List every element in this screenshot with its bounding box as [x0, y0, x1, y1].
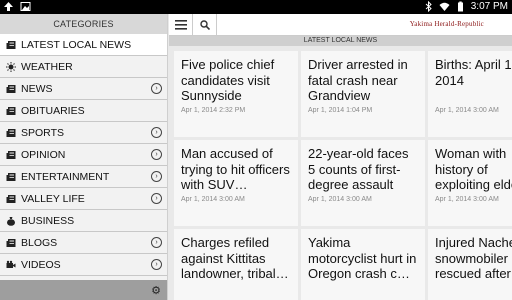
- article-card[interactable]: Driver arrested in fatal crash near Gran…: [301, 51, 425, 137]
- sidebar-item-label: OPINION: [21, 148, 66, 161]
- sidebar-item-label: BUSINESS: [21, 214, 75, 227]
- news-icon: [6, 194, 16, 204]
- sidebar-item-business[interactable]: BUSINESS: [0, 210, 167, 232]
- chevron-right-icon[interactable]: ›: [151, 83, 162, 94]
- news-icon: [6, 128, 16, 138]
- article-headline: Woman with history of exploiting elderly…: [435, 146, 512, 192]
- article-card[interactable]: Injured Naches snowmobiler rescued after…: [428, 229, 512, 300]
- article-headline: Births: April 1, 2014: [435, 57, 512, 88]
- money-bag-icon: [6, 216, 16, 226]
- category-list: LATEST LOCAL NEWS WEATHER NEWS › OBITUARIES S…: [0, 34, 167, 276]
- article-grid: Five police chief candidates visit Sunny…: [169, 46, 512, 300]
- article-headline: Injured Naches snowmobiler rescued after…: [435, 235, 512, 281]
- article-card[interactable]: 22-year-old faces 5 counts of first-degr…: [301, 140, 425, 226]
- gear-icon[interactable]: ⚙: [151, 284, 161, 297]
- sidebar-item-blogs[interactable]: BLOGS ›: [0, 232, 167, 254]
- sidebar-item-valley-life[interactable]: VALLEY LIFE ›: [0, 188, 167, 210]
- search-button[interactable]: [193, 14, 217, 36]
- article-date: Apr 1, 2014 3:00 AM: [308, 196, 372, 203]
- chevron-right-icon[interactable]: ›: [151, 237, 162, 248]
- news-icon: [6, 150, 16, 160]
- status-time: 3:07 PM: [470, 1, 508, 12]
- chevron-right-icon[interactable]: ›: [151, 171, 162, 182]
- chevron-right-icon[interactable]: ›: [151, 259, 162, 270]
- sidebar-item-weather[interactable]: WEATHER: [0, 56, 167, 78]
- hamburger-menu-icon: [174, 20, 187, 30]
- bluetooth-icon: [425, 1, 432, 12]
- sidebar-item-entertainment[interactable]: ENTERTAINMENT ›: [0, 166, 167, 188]
- article-card[interactable]: Yakima motorcyclist hurt in Oregon crash…: [301, 229, 425, 300]
- article-card[interactable]: Five police chief candidates visit Sunny…: [174, 51, 298, 137]
- sidebar-item-label: SPORTS: [21, 126, 64, 139]
- article-headline: Five police chief candidates visit Sunny…: [181, 57, 275, 103]
- search-icon: [199, 20, 210, 30]
- masthead-logo: Yakima Herald-Republic: [409, 20, 484, 28]
- sidebar-item-label: VALLEY LIFE: [21, 192, 85, 205]
- article-date: Apr 1, 2014 1:04 PM: [308, 107, 373, 114]
- category-sidebar: CATEGORIES LATEST LOCAL NEWS WEATHER NEWS ›…: [0, 14, 168, 300]
- sidebar-item-latest-local-news[interactable]: LATEST LOCAL NEWS: [0, 34, 167, 56]
- sun-icon: [6, 61, 16, 72]
- sidebar-item-label: NEWS: [21, 82, 53, 95]
- video-camera-icon: [6, 260, 16, 270]
- article-date: Apr 1, 2014 2:32 PM: [181, 107, 246, 114]
- sidebar-item-obituaries[interactable]: OBITUARIES: [0, 100, 167, 122]
- sidebar-header: CATEGORIES: [0, 14, 167, 34]
- news-icon: [6, 84, 16, 94]
- status-bar: 3:07 PM: [0, 0, 512, 14]
- article-date: Apr 1, 2014 3:00 AM: [435, 107, 499, 114]
- sidebar-footer: ⚙: [0, 280, 167, 300]
- article-card[interactable]: Man accused of trying to hit officers wi…: [174, 140, 298, 226]
- image-icon: [20, 2, 31, 11]
- top-bar: Yakima Herald-Republic: [169, 14, 512, 36]
- sidebar-item-news[interactable]: NEWS ›: [0, 78, 167, 100]
- chevron-right-icon[interactable]: ›: [151, 127, 162, 138]
- article-date: Apr 1, 2014 3:00 AM: [181, 196, 245, 203]
- sidebar-item-label: OBITUARIES: [21, 104, 85, 117]
- sidebar-item-label: WEATHER: [21, 60, 73, 73]
- article-card[interactable]: Charges refiled against Kittitas landown…: [174, 229, 298, 300]
- article-headline: Man accused of trying to hit officers wi…: [181, 146, 290, 192]
- sidebar-item-videos[interactable]: VIDEOS ›: [0, 254, 167, 276]
- chevron-right-icon[interactable]: ›: [151, 193, 162, 204]
- sidebar-item-sports[interactable]: SPORTS ›: [0, 122, 167, 144]
- sidebar-item-label: LATEST LOCAL NEWS: [21, 38, 132, 51]
- article-date: Apr 1, 2014 3:00 AM: [435, 196, 499, 203]
- article-card[interactable]: Woman with history of exploiting elderly…: [428, 140, 512, 226]
- section-title: LATEST LOCAL NEWS: [169, 36, 512, 46]
- wifi-icon: [439, 2, 450, 11]
- sidebar-item-label: ENTERTAINMENT: [21, 170, 110, 183]
- sidebar-item-label: VIDEOS: [21, 258, 61, 271]
- news-icon: [6, 106, 16, 116]
- news-icon: [6, 238, 16, 248]
- article-headline: Driver arrested in fatal crash near Gran…: [308, 57, 408, 103]
- menu-button[interactable]: [169, 14, 193, 36]
- news-icon: [6, 40, 16, 50]
- article-headline: 22-year-old faces 5 counts of first-degr…: [308, 146, 409, 193]
- sidebar-item-opinion[interactable]: OPINION ›: [0, 144, 167, 166]
- article-headline: Yakima motorcyclist hurt in Oregon crash…: [308, 235, 417, 281]
- battery-icon: [457, 1, 463, 12]
- chevron-right-icon[interactable]: ›: [151, 149, 162, 160]
- sidebar-item-label: BLOGS: [21, 236, 58, 249]
- article-card[interactable]: Births: April 1, 2014 Apr 1, 2014 3:00 AM: [428, 51, 512, 137]
- notification-icon: [4, 2, 13, 11]
- article-headline: Charges refiled against Kittitas landown…: [181, 235, 289, 281]
- news-icon: [6, 172, 16, 182]
